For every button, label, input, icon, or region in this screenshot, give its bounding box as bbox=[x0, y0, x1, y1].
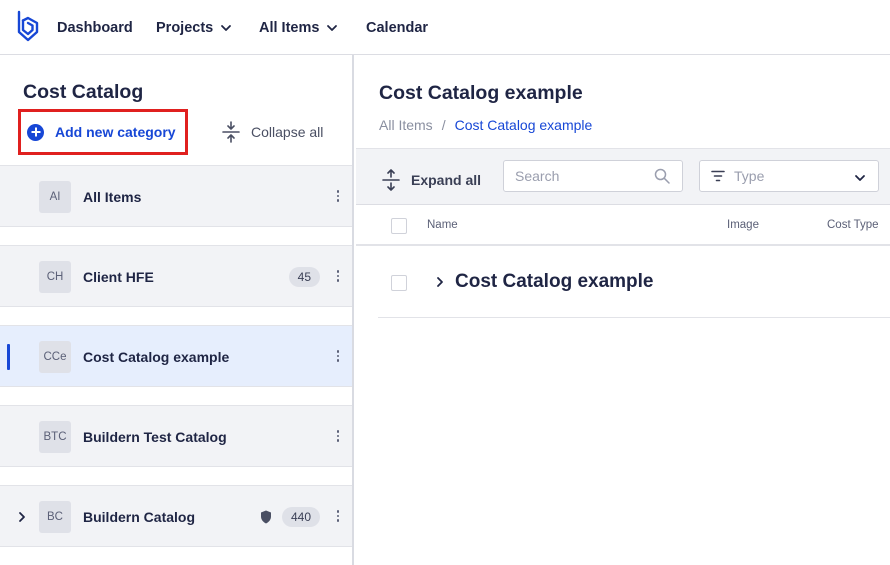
column-header-image[interactable]: Image bbox=[727, 219, 759, 231]
search-icon[interactable] bbox=[654, 168, 670, 184]
nav-dashboard-label: Dashboard bbox=[57, 20, 133, 36]
category-avatar: BC bbox=[39, 501, 71, 533]
expand-icon bbox=[382, 169, 400, 191]
category-avatar: CH bbox=[39, 261, 71, 293]
nav-projects-label: Projects bbox=[156, 20, 214, 36]
column-header-name[interactable]: Name bbox=[427, 219, 458, 231]
category-name: Client HFE bbox=[83, 269, 154, 285]
chevron-down-icon bbox=[855, 175, 865, 181]
category-name: Buildern Test Catalog bbox=[83, 429, 227, 445]
category-row-buildern-test-catalog[interactable]: BTC Buildern Test Catalog bbox=[0, 405, 352, 467]
kebab-menu-icon[interactable] bbox=[336, 350, 340, 364]
add-new-category-button[interactable]: Add new category bbox=[18, 109, 188, 155]
nav-calendar[interactable]: Calendar bbox=[366, 19, 428, 37]
nav-all-items-label: All Items bbox=[259, 20, 320, 36]
catalog-content: Cost Catalog example All Items / Cost Ca… bbox=[356, 55, 890, 565]
row-checkbox[interactable] bbox=[391, 275, 407, 291]
chevron-down-icon bbox=[327, 25, 338, 31]
table-toolbar: Expand all Type bbox=[356, 148, 890, 205]
table-header: Name Image Cost Type bbox=[356, 206, 890, 246]
category-avatar: AI bbox=[39, 181, 71, 213]
search-input[interactable] bbox=[504, 161, 644, 191]
category-row-client-hfe[interactable]: CH Client HFE 45 bbox=[0, 245, 352, 307]
top-navigation: Dashboard Projects All Items Calendar bbox=[0, 0, 890, 55]
category-row-cost-catalog-example[interactable]: CCe Cost Catalog example bbox=[0, 325, 352, 387]
kebab-menu-icon[interactable] bbox=[336, 510, 340, 524]
chevron-right-icon[interactable] bbox=[17, 511, 27, 523]
page-title: Cost Catalog example bbox=[379, 82, 583, 104]
collapse-all-button[interactable]: Collapse all bbox=[222, 121, 323, 143]
table-row[interactable]: Cost Catalog example bbox=[378, 248, 890, 318]
nav-all-items[interactable]: All Items bbox=[259, 19, 338, 37]
kebab-menu-icon[interactable] bbox=[336, 190, 340, 204]
kebab-menu-icon[interactable] bbox=[336, 270, 340, 284]
category-name: Cost Catalog example bbox=[83, 349, 230, 365]
filter-icon bbox=[711, 170, 725, 182]
category-row-buildern-catalog[interactable]: BC Buildern Catalog 440 bbox=[0, 485, 352, 547]
row-name: Cost Catalog example bbox=[455, 271, 654, 292]
nav-calendar-label: Calendar bbox=[366, 20, 429, 36]
kebab-menu-icon[interactable] bbox=[336, 430, 340, 444]
column-header-cost-type[interactable]: Cost Type bbox=[827, 219, 879, 231]
breadcrumb-current[interactable]: Cost Catalog example bbox=[455, 117, 593, 133]
collapse-all-label: Collapse all bbox=[251, 124, 324, 140]
buildern-logo-icon[interactable] bbox=[16, 10, 40, 42]
sidebar-title: Cost Catalog bbox=[23, 81, 144, 103]
nav-projects[interactable]: Projects bbox=[156, 19, 232, 37]
expand-all-button[interactable]: Expand all bbox=[382, 169, 481, 191]
item-count-badge: 45 bbox=[288, 267, 320, 287]
nav-dashboard[interactable]: Dashboard bbox=[57, 19, 133, 37]
item-count-badge: 440 bbox=[281, 507, 320, 527]
breadcrumb: All Items / Cost Catalog example bbox=[379, 117, 592, 133]
plus-circle-icon bbox=[27, 123, 44, 141]
expand-all-label: Expand all bbox=[411, 172, 482, 188]
category-sidebar: Cost Catalog Add new category Collapse a… bbox=[0, 55, 354, 565]
category-name: Buildern Catalog bbox=[83, 509, 196, 525]
chevron-down-icon bbox=[221, 25, 232, 31]
category-row-all-items[interactable]: AI All Items bbox=[0, 165, 352, 227]
category-avatar: CCe bbox=[39, 341, 71, 373]
chevron-right-icon[interactable] bbox=[435, 276, 445, 288]
breadcrumb-separator: / bbox=[441, 117, 446, 133]
type-filter-value: Type bbox=[734, 168, 765, 184]
selected-indicator bbox=[7, 344, 10, 370]
category-avatar: BTC bbox=[39, 421, 71, 453]
shield-icon bbox=[261, 510, 271, 524]
category-name: All Items bbox=[83, 189, 142, 205]
select-all-checkbox[interactable] bbox=[391, 218, 407, 234]
breadcrumb-root-link[interactable]: All Items bbox=[379, 117, 433, 133]
type-filter-select[interactable]: Type bbox=[699, 160, 879, 192]
add-new-category-label: Add new category bbox=[55, 124, 176, 140]
collapse-icon bbox=[222, 121, 240, 143]
search-box bbox=[503, 160, 683, 192]
